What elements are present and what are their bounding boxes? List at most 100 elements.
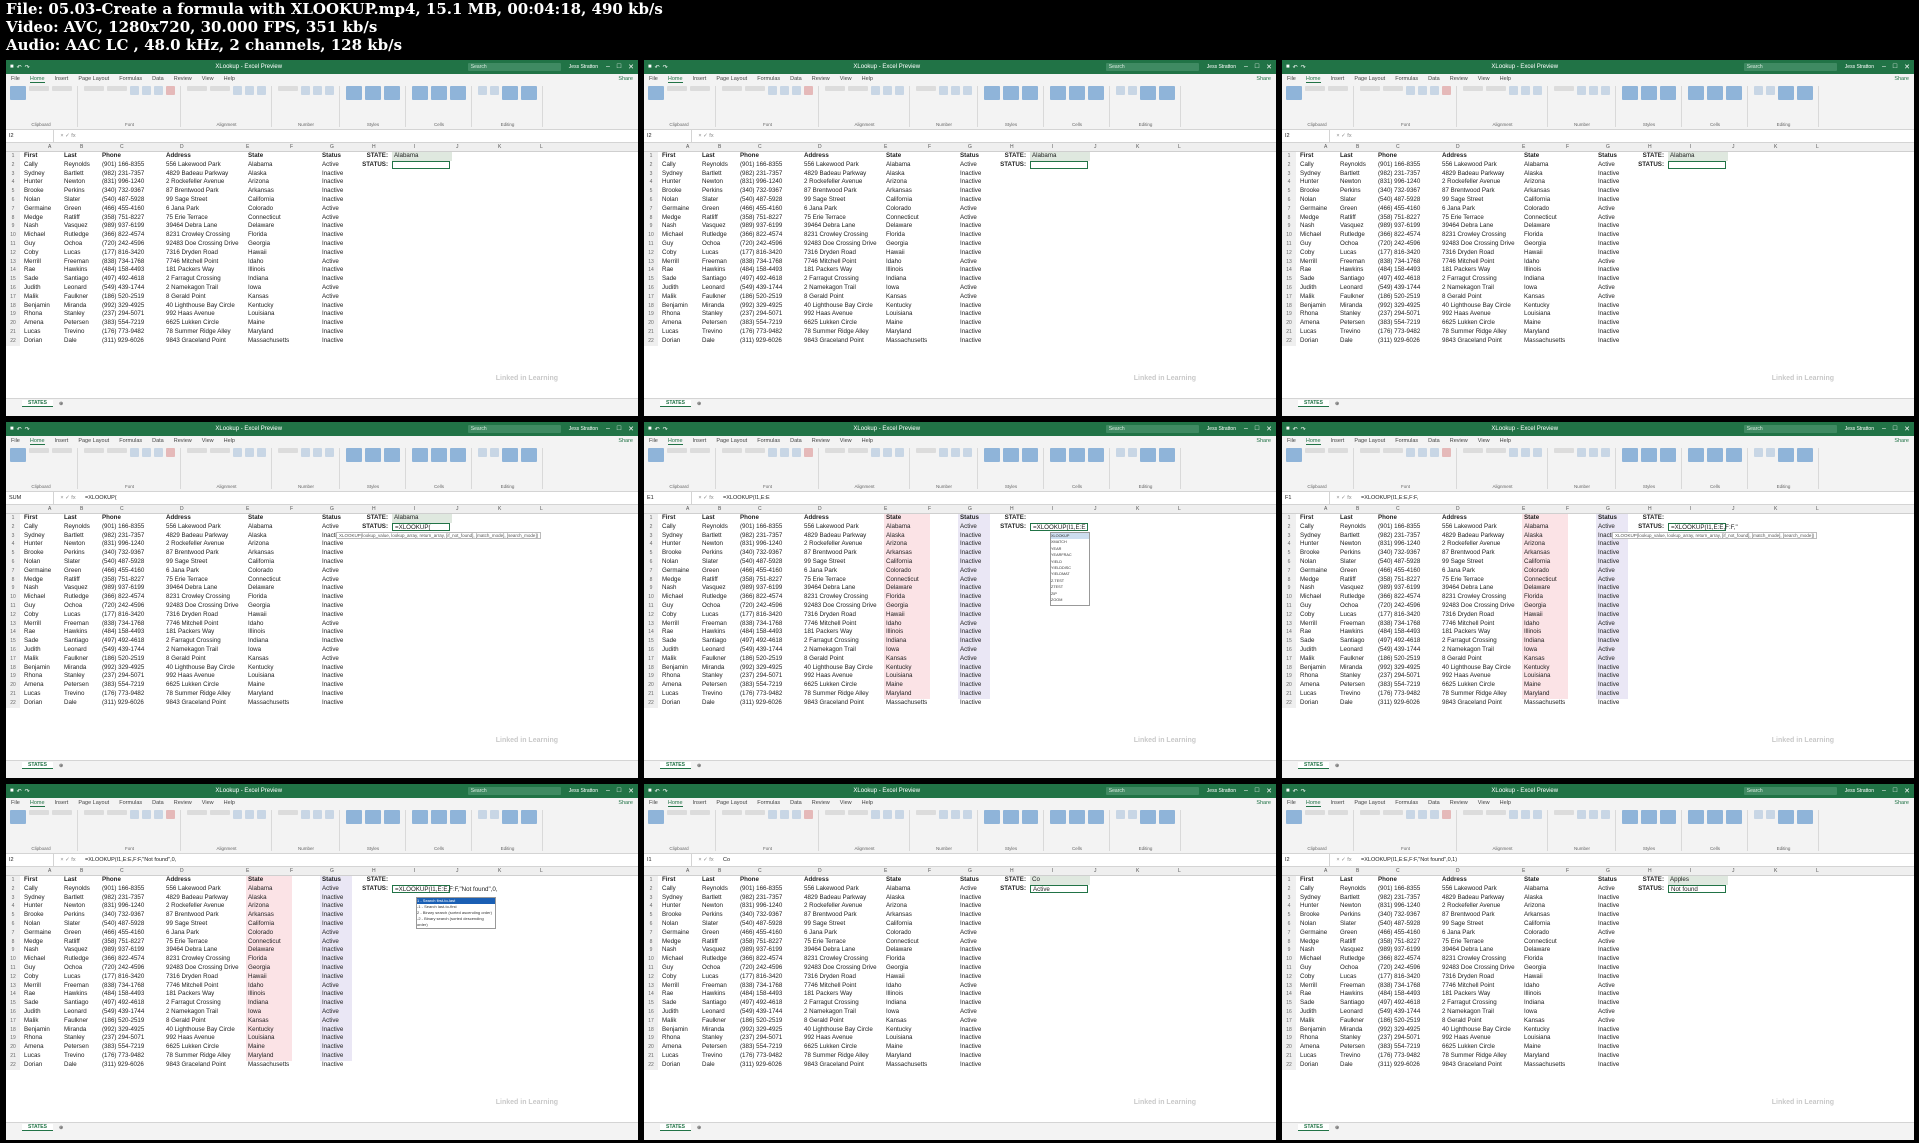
table-cell[interactable]: (901) 166-8355	[1378, 161, 1420, 170]
row-number[interactable]: 18	[1282, 301, 1296, 311]
ribbon-command-icon[interactable]	[871, 810, 880, 819]
ribbon-command-icon[interactable]	[1003, 448, 1019, 462]
close-icon[interactable]: ✕	[628, 63, 634, 71]
row-number[interactable]: 3	[6, 169, 20, 179]
search-box[interactable]: Search	[1743, 63, 1837, 71]
table-cell[interactable]: (358) 751-8227	[102, 214, 144, 223]
table-cell[interactable]: Maryland	[886, 328, 911, 337]
table-cell[interactable]: Arizona	[1524, 902, 1545, 911]
table-cell[interactable]: Georgia	[886, 602, 908, 611]
table-cell[interactable]: (982) 231-7357	[740, 532, 782, 541]
table-cell[interactable]: Perkins	[64, 911, 85, 920]
table-cell[interactable]: 2 Rockefeller Avenue	[166, 902, 224, 911]
ribbon-command-icon[interactable]	[804, 448, 813, 457]
table-cell[interactable]: Nash	[24, 222, 38, 231]
table-cell[interactable]: Amena	[1300, 681, 1320, 690]
table-cell[interactable]: Alaska	[1524, 894, 1543, 903]
table-cell[interactable]: Nash	[24, 946, 38, 955]
table-cell[interactable]: 39464 Debra Lane	[166, 584, 217, 593]
ribbon-command-icon[interactable]	[1128, 448, 1137, 457]
table-cell[interactable]: Dale	[1340, 1061, 1353, 1070]
column-header[interactable]: B	[80, 868, 83, 874]
table-cell[interactable]: 7746 Mitchell Point	[166, 258, 218, 267]
row-number[interactable]: 2	[1282, 884, 1296, 894]
row-number[interactable]: 1	[6, 514, 20, 523]
table-cell[interactable]: Active	[322, 293, 339, 302]
table-cell[interactable]: Faulkner	[1340, 293, 1364, 302]
table-cell[interactable]: (383) 554-7219	[1378, 319, 1420, 328]
table-cell[interactable]: Petersen	[1340, 1043, 1365, 1052]
table-cell[interactable]: (466) 455-4160	[740, 567, 782, 576]
tab-page-layout[interactable]: Page Layout	[716, 800, 747, 806]
table-cell[interactable]: Nolan	[24, 558, 40, 567]
row-number[interactable]: 4	[1282, 540, 1296, 550]
table-cell[interactable]: Georgia	[886, 964, 908, 973]
table-cell[interactable]: Active	[960, 205, 977, 214]
table-cell[interactable]: (311) 929-6026	[740, 1061, 782, 1070]
row-number[interactable]: 21	[1282, 327, 1296, 337]
table-cell[interactable]: Illinois	[886, 266, 903, 275]
table-cell[interactable]: Rutledge	[64, 955, 89, 964]
column-header[interactable]: C	[758, 144, 762, 150]
fx-icon[interactable]: × ✓ fx	[54, 857, 82, 863]
table-cell[interactable]: 99 Sage Street	[1442, 558, 1483, 567]
ribbon-command-icon[interactable]	[187, 448, 207, 453]
table-cell[interactable]: Rutledge	[1340, 231, 1365, 240]
column-header[interactable]: L	[540, 144, 543, 150]
ribbon-command-icon[interactable]	[1622, 448, 1638, 462]
tab-formulas[interactable]: Formulas	[1395, 800, 1418, 806]
table-cell[interactable]: Medge	[1300, 214, 1319, 223]
ribbon-command-icon[interactable]	[1159, 448, 1175, 462]
worksheet-grid[interactable]: A B C D E F G H I J K L 1 First Last Phone Address State S…	[1282, 505, 1914, 760]
ribbon-command-icon[interactable]	[450, 810, 466, 824]
ribbon-command-icon[interactable]	[1383, 86, 1403, 91]
ribbon-command-icon[interactable]	[166, 86, 175, 95]
table-cell[interactable]: 181 Packers Way	[804, 990, 852, 999]
column-header[interactable]: L	[1816, 506, 1819, 512]
add-sheet-icon[interactable]: ⊕	[1335, 763, 1339, 769]
table-cell[interactable]: 2 Namekagon Trail	[804, 1008, 856, 1017]
table-cell[interactable]: Hawkins	[1340, 628, 1363, 637]
table-cell[interactable]: Maryland	[886, 690, 911, 699]
table-cell[interactable]: Active	[322, 929, 339, 938]
column-header[interactable]: J	[456, 144, 459, 150]
table-cell[interactable]: 39464 Debra Lane	[804, 946, 855, 955]
table-cell[interactable]: Active	[322, 655, 339, 664]
table-cell[interactable]: 6 Jana Park	[166, 929, 199, 938]
table-cell[interactable]: Idaho	[886, 620, 901, 629]
table-cell[interactable]: Stanley	[1340, 310, 1361, 319]
table-cell[interactable]: Maine	[1524, 319, 1541, 328]
table-cell[interactable]: (237) 294-5071	[740, 310, 782, 319]
table-cell[interactable]: Colorado	[248, 567, 273, 576]
table-cell[interactable]: Petersen	[64, 319, 89, 328]
row-number[interactable]: 15	[644, 275, 658, 284]
table-cell[interactable]: Alaska	[248, 170, 267, 179]
column-header[interactable]: J	[1094, 868, 1097, 874]
row-number[interactable]: 9	[6, 222, 20, 232]
share-button[interactable]: Share	[1256, 438, 1271, 444]
column-header[interactable]: D	[1456, 144, 1460, 150]
table-cell[interactable]: 92483 Doe Crossing Drive	[1442, 964, 1515, 973]
row-number[interactable]: 5	[644, 549, 658, 558]
column-header[interactable]: B	[718, 506, 721, 512]
table-cell[interactable]: Brooke	[662, 549, 682, 558]
table-cell[interactable]: Connecticut	[248, 938, 281, 947]
table-cell[interactable]: Lucas	[1340, 249, 1357, 258]
table-cell[interactable]: Inactive	[1598, 593, 1619, 602]
table-cell[interactable]: Louisiana	[248, 1034, 275, 1043]
column-header[interactable]: F	[1566, 506, 1569, 512]
ribbon-command-icon[interactable]	[1622, 86, 1638, 100]
table-cell[interactable]: Active	[1598, 982, 1615, 991]
tab-file[interactable]: File	[11, 76, 20, 82]
table-cell[interactable]: Colorado	[886, 567, 911, 576]
table-cell[interactable]: Inactive	[322, 328, 343, 337]
table-cell[interactable]: (484) 158-4493	[102, 628, 144, 637]
row-number[interactable]: 10	[644, 955, 658, 964]
ribbon-command-icon[interactable]	[916, 810, 936, 815]
formula-input[interactable]: Co	[720, 857, 1276, 863]
ribbon-command-icon[interactable]	[1589, 810, 1598, 819]
column-header[interactable]: L	[540, 868, 543, 874]
row-number[interactable]: 10	[1282, 231, 1296, 240]
table-cell[interactable]: (366) 822-4574	[1378, 955, 1420, 964]
row-number[interactable]: 13	[644, 619, 658, 629]
